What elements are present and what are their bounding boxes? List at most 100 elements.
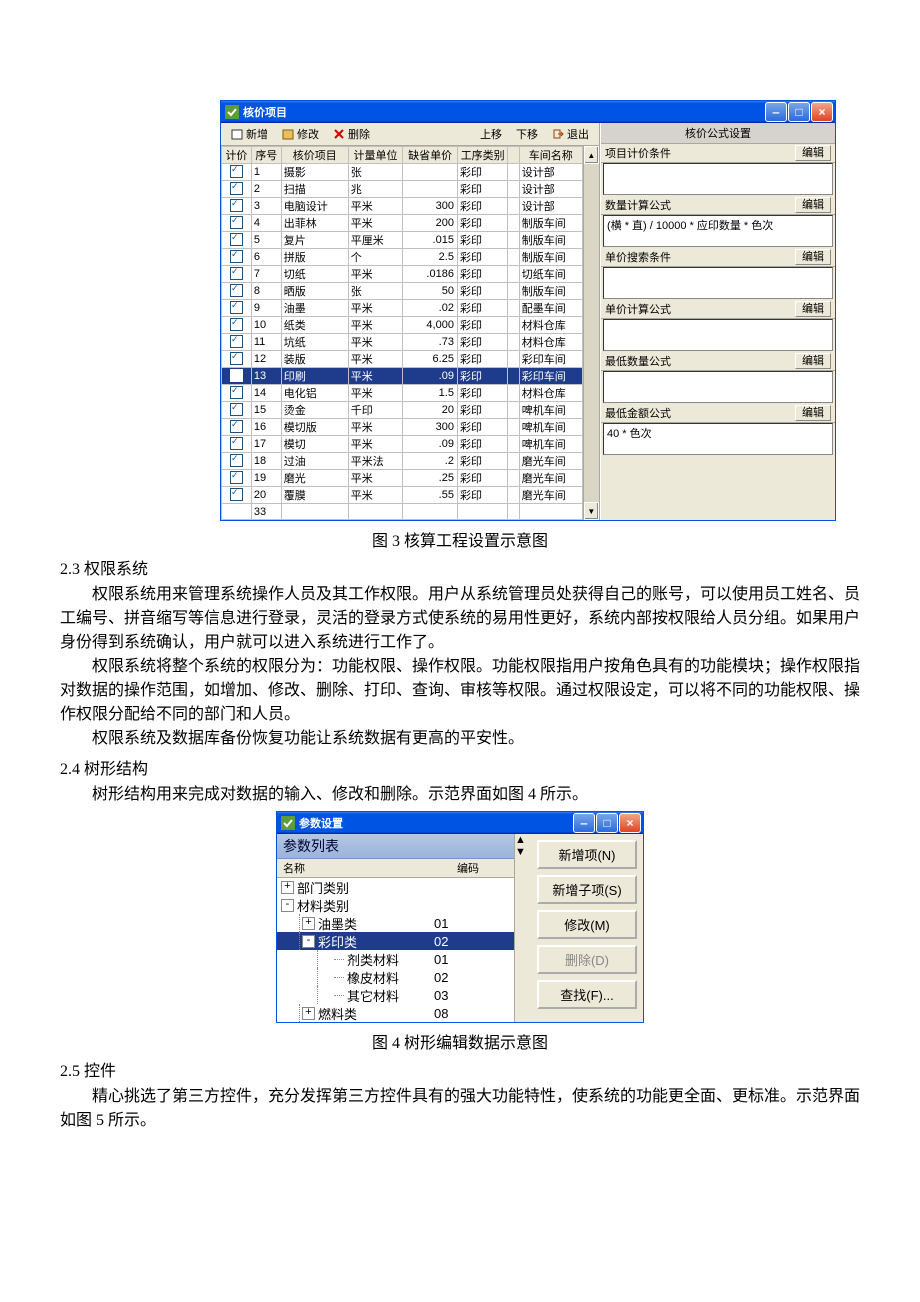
table-row[interactable]: 18过油平米法.2彩印磨光车间 xyxy=(222,453,583,470)
scroll-down-icon[interactable]: ▼ xyxy=(584,502,599,520)
input-min-amount[interactable]: 40 * 色次 xyxy=(603,423,833,455)
edit-pricing-condition-button[interactable]: 编辑 xyxy=(795,145,831,161)
column-header[interactable]: 核价项目 xyxy=(281,147,348,164)
maximize-icon[interactable]: □ xyxy=(788,102,810,122)
column-header[interactable] xyxy=(508,147,519,164)
tree-code: 03 xyxy=(426,988,514,1003)
column-header[interactable]: 工序类别 xyxy=(457,147,507,164)
table-row[interactable]: 5复片平厘米.015彩印制版车间 xyxy=(222,232,583,249)
tree-code: 01 xyxy=(426,916,514,931)
edit-qty-formula-button[interactable]: 编辑 xyxy=(795,197,831,213)
tree-row[interactable]: 剂类材料01 xyxy=(277,950,514,968)
table-row[interactable]: 1摄影张彩印设计部 xyxy=(222,164,583,181)
close-icon[interactable]: × xyxy=(619,813,641,833)
tree-row[interactable]: 其它材料03 xyxy=(277,986,514,1004)
vertical-scrollbar[interactable]: ▲ ▼ xyxy=(583,146,599,520)
edit-price-formula-button[interactable]: 编辑 xyxy=(795,301,831,317)
table-row[interactable]: 11坑纸平米.73彩印材料仓库 xyxy=(222,334,583,351)
find-button[interactable]: 查找(F)... xyxy=(537,980,637,1009)
table-row[interactable]: 14电化铝平米1.5彩印材料仓库 xyxy=(222,385,583,402)
label-price-formula: 单价计算公式 xyxy=(605,301,671,317)
column-header[interactable]: 序号 xyxy=(251,147,281,164)
column-header[interactable]: 计量单位 xyxy=(348,147,403,164)
tree-row[interactable]: -彩印类02 xyxy=(277,932,514,950)
delete-button[interactable]: 删除(D) xyxy=(537,945,637,974)
expand-icon[interactable]: + xyxy=(302,917,315,930)
table-row[interactable]: 9油墨平米.02彩印配墨车间 xyxy=(222,300,583,317)
move-up-button[interactable]: 上移 xyxy=(474,125,508,143)
table-row[interactable]: 12装版平米6.25彩印彩印车间 xyxy=(222,351,583,368)
edit-min-amount-button[interactable]: 编辑 xyxy=(795,405,831,421)
expand-icon[interactable]: + xyxy=(302,1007,315,1020)
add-button[interactable]: 新增 xyxy=(225,125,274,143)
tree-row[interactable]: +燃料类08 xyxy=(277,1004,514,1022)
delete-button[interactable]: 删除 xyxy=(327,125,376,143)
input-pricing-condition[interactable] xyxy=(603,163,833,195)
titlebar[interactable]: 核价项目 ‒ □ × xyxy=(221,101,835,123)
label-qty-formula: 数量计算公式 xyxy=(605,197,671,213)
input-price-search[interactable] xyxy=(603,267,833,299)
tree-label: 燃料类 xyxy=(318,1004,357,1023)
window-title: 参数设置 xyxy=(295,815,573,831)
vertical-scrollbar[interactable]: ▲ ▼ xyxy=(514,834,531,1022)
table-row[interactable]: 19磨光平米.25彩印磨光车间 xyxy=(222,470,583,487)
minimize-icon[interactable]: ‒ xyxy=(573,813,595,833)
close-icon[interactable]: × xyxy=(811,102,833,122)
tree-row[interactable]: +油墨类01 xyxy=(277,914,514,932)
tree-row[interactable]: +部门类别 xyxy=(277,878,514,896)
column-header[interactable]: 车间名称 xyxy=(519,147,582,164)
body-text: 权限系统将整个系统的权限分为：功能权限、操作权限。功能权限指用户按角色具有的功能… xyxy=(60,655,860,727)
add-item-button[interactable]: 新增项(N) xyxy=(537,840,637,869)
move-down-button[interactable]: 下移 xyxy=(510,125,544,143)
app-icon xyxy=(281,816,295,830)
table-row[interactable]: 4出菲林平米200彩印制版车间 xyxy=(222,215,583,232)
table-row[interactable]: 33 xyxy=(222,504,583,520)
table-row[interactable]: 7切纸平米.0186彩印切纸车间 xyxy=(222,266,583,283)
table-row[interactable]: 20覆膜平米.55彩印磨光车间 xyxy=(222,487,583,504)
input-min-qty[interactable] xyxy=(603,371,833,403)
section-2-5-heading: 2.5 控件 xyxy=(60,1057,860,1081)
toolbar: 新增 修改 删除 上移 下移 退出 xyxy=(221,123,599,146)
table-row[interactable]: 15烫金千印20彩印啤机车间 xyxy=(222,402,583,419)
table-row[interactable]: 8晒版张50彩印制版车间 xyxy=(222,283,583,300)
minimize-icon[interactable]: ‒ xyxy=(765,102,787,122)
table-row[interactable]: 16模切版平米300彩印啤机车间 xyxy=(222,419,583,436)
edit-button[interactable]: 修改 xyxy=(276,125,325,143)
edit-price-search-button[interactable]: 编辑 xyxy=(795,249,831,265)
column-header[interactable]: 缺省单价 xyxy=(403,147,458,164)
input-price-formula[interactable] xyxy=(603,319,833,351)
maximize-icon[interactable]: □ xyxy=(596,813,618,833)
collapse-icon[interactable]: - xyxy=(302,935,315,948)
label-min-qty-formula: 最低数量公式 xyxy=(605,353,671,369)
table-row[interactable]: 10纸类平米4,000彩印材料仓库 xyxy=(222,317,583,334)
titlebar[interactable]: 参数设置 ‒ □ × xyxy=(277,812,643,834)
body-text: 权限系统用来管理系统操作人员及其工作权限。用户从系统管理员处获得自己的账号，可以… xyxy=(60,583,860,655)
scroll-up-icon[interactable]: ▲ xyxy=(584,146,599,164)
column-header[interactable]: 计价 xyxy=(222,147,252,164)
table-row[interactable]: 3电脑设计平米300彩印设计部 xyxy=(222,198,583,215)
pricing-table[interactable]: 计价序号核价项目计量单位缺省单价工序类别车间名称 1摄影张彩印设计部2扫描兆彩印… xyxy=(221,146,583,520)
edit-min-qty-button[interactable]: 编辑 xyxy=(795,353,831,369)
table-row[interactable]: 13印刷平米.09彩印彩印车间 xyxy=(222,368,583,385)
modify-button[interactable]: 修改(M) xyxy=(537,910,637,939)
scroll-up-icon[interactable]: ▲ xyxy=(515,834,531,846)
exit-button[interactable]: 退出 xyxy=(546,125,595,143)
app-icon xyxy=(225,105,239,119)
expand-icon[interactable]: + xyxy=(281,881,294,894)
tree-row[interactable]: -材料类别 xyxy=(277,896,514,914)
add-icon xyxy=(231,128,243,140)
add-child-button[interactable]: 新增子项(S) xyxy=(537,875,637,904)
section-2-4-heading: 2.4 树形结构 xyxy=(60,755,860,779)
collapse-icon[interactable]: - xyxy=(281,899,294,912)
input-qty-formula[interactable]: (横 * 直) / 10000 * 应印数量 * 色次 xyxy=(603,215,833,247)
window-title: 核价项目 xyxy=(239,104,765,120)
param-tree[interactable]: +部门类别-材料类别+油墨类01-彩印类02剂类材料01橡皮材料02其它材料03… xyxy=(277,878,514,1022)
label-min-amount-formula: 最低金额公式 xyxy=(605,405,671,421)
table-row[interactable]: 2扫描兆彩印设计部 xyxy=(222,181,583,198)
table-row[interactable]: 17模切平米.09彩印啤机车间 xyxy=(222,436,583,453)
table-row[interactable]: 6拼版个2.5彩印制版车间 xyxy=(222,249,583,266)
exit-icon xyxy=(552,128,564,140)
tree-row[interactable]: 橡皮材料02 xyxy=(277,968,514,986)
scroll-down-icon[interactable]: ▼ xyxy=(515,846,531,858)
tree-label: 材料类别 xyxy=(297,896,349,915)
